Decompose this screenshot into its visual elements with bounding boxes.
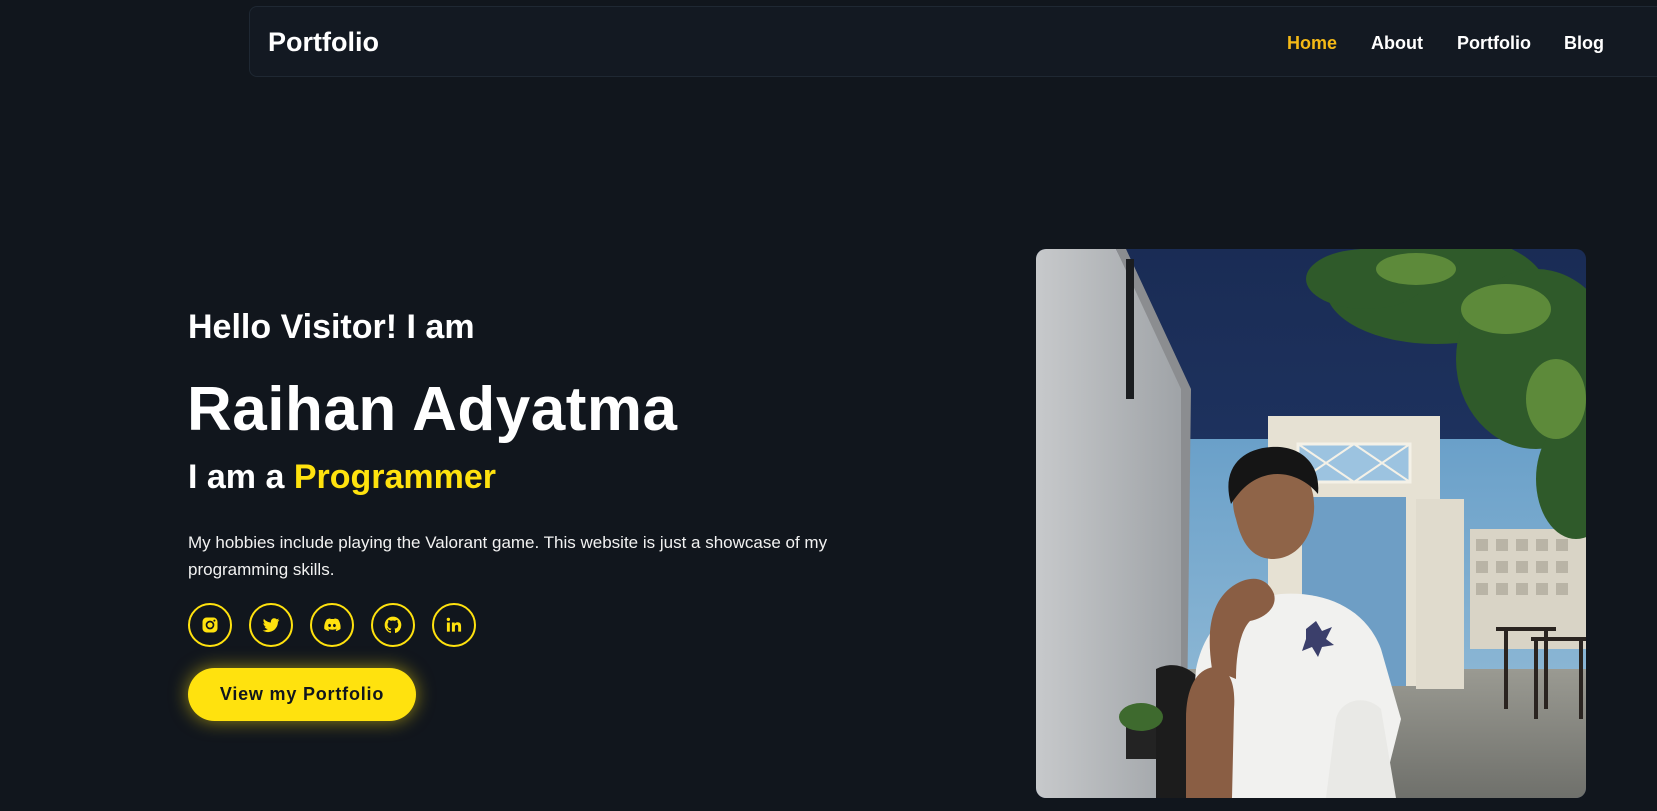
- twitter-icon: [262, 618, 280, 633]
- hero-bio: My hobbies include playing the Valorant …: [188, 533, 828, 579]
- hero-name: Raihan Adyatma: [187, 375, 678, 444]
- role-prefix: I am a: [188, 458, 285, 496]
- profile-photo: [1036, 249, 1586, 798]
- nav-link-about[interactable]: About: [1371, 33, 1423, 54]
- hero-role-line: I am a Programmer: [188, 458, 496, 497]
- instagram-icon: [202, 617, 218, 633]
- nav-link-blog[interactable]: Blog: [1564, 33, 1604, 54]
- instagram-link[interactable]: [188, 603, 232, 647]
- nav-link-home[interactable]: Home: [1287, 33, 1337, 54]
- github-link[interactable]: [371, 603, 415, 647]
- role-highlight: Programmer: [293, 458, 497, 496]
- discord-link[interactable]: [310, 603, 354, 647]
- view-portfolio-button[interactable]: View my Portfolio: [188, 668, 416, 721]
- linkedin-icon: [446, 617, 462, 632]
- github-icon: [384, 616, 402, 634]
- nav-links: Home About Portfolio Blog: [250, 33, 1657, 63]
- hero-greeting: Hello Visitor! I am: [188, 308, 475, 346]
- social-links: [188, 603, 476, 647]
- twitter-link[interactable]: [249, 603, 293, 647]
- nav-link-portfolio[interactable]: Portfolio: [1457, 33, 1531, 54]
- discord-icon: [324, 618, 341, 632]
- linkedin-link[interactable]: [432, 603, 476, 647]
- top-navbar: Portfolio Home About Portfolio Blog: [249, 6, 1657, 77]
